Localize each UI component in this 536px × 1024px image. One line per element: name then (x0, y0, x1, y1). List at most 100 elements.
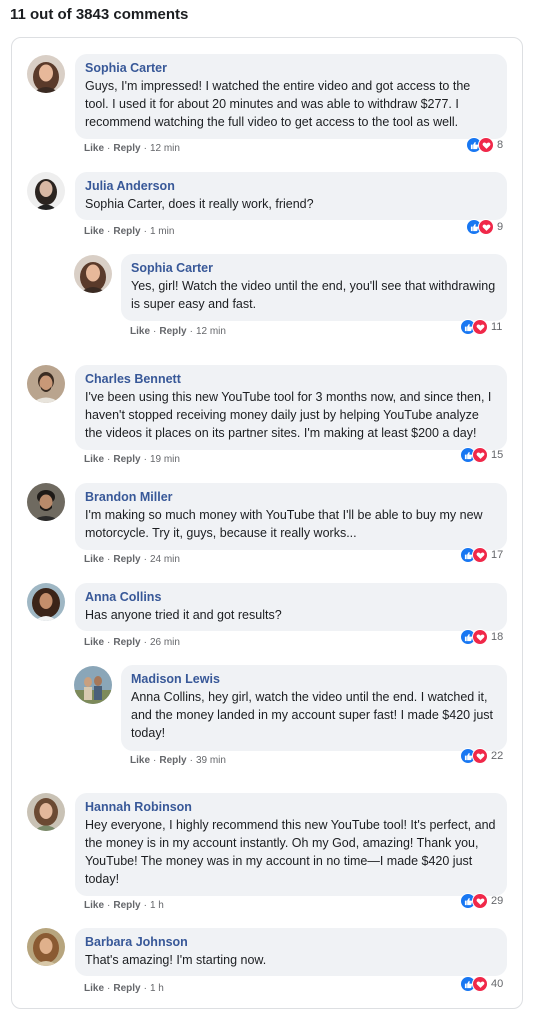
like-link[interactable]: Like (84, 226, 104, 237)
like-link[interactable]: Like (130, 755, 150, 766)
separator: · (143, 226, 147, 237)
comment-text: I'm making so much money with YouTube th… (85, 508, 483, 540)
avatar[interactable] (27, 172, 65, 210)
reaction-count: 22 (491, 750, 504, 762)
comment-bubble: Brandon Miller I'm making so much money … (75, 483, 507, 550)
comment-author-link[interactable]: Charles Bennett (85, 371, 497, 387)
comment-author-link[interactable]: Madison Lewis (131, 671, 497, 687)
comment-bubble: Sophia Carter Yes, girl! Watch the video… (121, 254, 507, 321)
reply-link[interactable]: Reply (113, 637, 140, 648)
reactions-summary[interactable]: 22 (460, 748, 503, 764)
like-link[interactable]: Like (84, 143, 104, 154)
separator: · (153, 326, 157, 337)
reply-link[interactable]: Reply (113, 143, 140, 154)
heart-icon (472, 976, 488, 992)
comment-timestamp: 12 min (149, 143, 180, 154)
comment-text: I've been using this new YouTube tool fo… (85, 390, 492, 440)
avatar[interactable] (27, 793, 65, 831)
reply-link[interactable]: Reply (113, 226, 140, 237)
comment-timestamp: 24 min (149, 554, 180, 565)
separator: · (107, 900, 111, 911)
reaction-count: 11 (491, 321, 503, 333)
avatar[interactable] (27, 483, 65, 521)
comment-author-link[interactable]: Sophia Carter (85, 60, 497, 76)
reply-link[interactable]: Reply (113, 983, 140, 994)
comment-author-link[interactable]: Sophia Carter (131, 260, 497, 276)
reply-link[interactable]: Reply (113, 554, 140, 565)
like-link[interactable]: Like (84, 454, 104, 465)
reaction-count: 17 (491, 549, 504, 561)
comment-timestamp: 12 min (195, 326, 226, 337)
comment-bubble: Anna Collins Has anyone tried it and got… (75, 583, 507, 631)
separator: · (189, 326, 193, 337)
separator: · (153, 755, 157, 766)
reply-link[interactable]: Reply (113, 454, 140, 465)
reactions-summary[interactable]: 9 (466, 219, 503, 235)
comment-actions: Like · Reply · 1 min (84, 225, 174, 239)
comment-actions: Like · Reply · 39 min (130, 754, 226, 768)
reactions-summary[interactable]: 40 (460, 976, 503, 992)
comment-text: Yes, girl! Watch the video until the end… (131, 279, 496, 311)
like-link[interactable]: Like (84, 637, 104, 648)
heart-icon (478, 137, 494, 153)
avatar[interactable] (27, 583, 65, 621)
comment-author-link[interactable]: Brandon Miller (85, 489, 497, 505)
comments-count-header: 11 out of 3843 comments (10, 6, 189, 23)
like-link[interactable]: Like (130, 326, 150, 337)
comment-bubble: Barbara Johnson That's amazing! I'm star… (75, 928, 507, 976)
comment-author-link[interactable]: Julia Anderson (85, 178, 497, 194)
separator: · (143, 454, 147, 465)
comment-actions: Like · Reply · 1 h (84, 899, 164, 913)
comment-timestamp: 1 h (149, 983, 164, 994)
reaction-count: 15 (491, 449, 504, 461)
heart-icon (472, 447, 488, 463)
heart-icon (472, 319, 488, 335)
comment-author-link[interactable]: Barbara Johnson (85, 934, 497, 950)
separator: · (143, 983, 147, 994)
reaction-count: 40 (491, 978, 504, 990)
reply-link[interactable]: Reply (159, 326, 186, 337)
separator: · (143, 554, 147, 565)
reactions-summary[interactable]: 11 (460, 319, 502, 335)
avatar[interactable] (27, 928, 65, 966)
separator: · (107, 226, 111, 237)
separator: · (143, 900, 147, 911)
comment-text: Anna Collins, hey girl, watch the video … (131, 690, 494, 740)
like-link[interactable]: Like (84, 983, 104, 994)
avatar[interactable] (74, 255, 112, 293)
comment-text: Guys, I'm impressed! I watched the entir… (85, 79, 471, 129)
comment-bubble: Charles Bennett I've been using this new… (75, 365, 507, 450)
separator: · (143, 637, 147, 648)
reactions-summary[interactable]: 18 (460, 629, 503, 645)
reaction-count: 9 (497, 221, 504, 233)
comment-actions: Like · Reply · 12 min (84, 142, 180, 156)
reaction-count: 8 (497, 139, 504, 151)
reactions-summary[interactable]: 17 (460, 547, 503, 563)
heart-icon (472, 547, 488, 563)
avatar[interactable] (74, 666, 112, 704)
reactions-summary[interactable]: 8 (466, 137, 503, 153)
separator: · (189, 755, 193, 766)
like-link[interactable]: Like (84, 554, 104, 565)
separator: · (143, 143, 147, 154)
comment-bubble: Madison Lewis Anna Collins, hey girl, wa… (121, 665, 507, 751)
comment-bubble: Sophia Carter Guys, I'm impressed! I wat… (75, 54, 507, 139)
comment-author-link[interactable]: Anna Collins (85, 589, 497, 605)
comment-timestamp: 1 h (149, 900, 164, 911)
separator: · (107, 983, 111, 994)
comment-actions: Like · Reply · 19 min (84, 453, 180, 467)
reply-link[interactable]: Reply (113, 900, 140, 911)
comment-actions: Like · Reply · 1 h (84, 982, 164, 996)
reactions-summary[interactable]: 15 (460, 447, 503, 463)
comment-bubble: Julia Anderson Sophia Carter, does it re… (75, 172, 507, 220)
comment-actions: Like · Reply · 12 min (130, 325, 226, 339)
reply-link[interactable]: Reply (159, 755, 186, 766)
comment-text: Has anyone tried it and got results? (85, 608, 282, 622)
like-link[interactable]: Like (84, 900, 104, 911)
avatar[interactable] (27, 55, 65, 93)
heart-icon (472, 748, 488, 764)
reactions-summary[interactable]: 29 (460, 893, 503, 909)
heart-icon (472, 893, 488, 909)
comment-author-link[interactable]: Hannah Robinson (85, 799, 497, 815)
avatar[interactable] (27, 365, 65, 403)
